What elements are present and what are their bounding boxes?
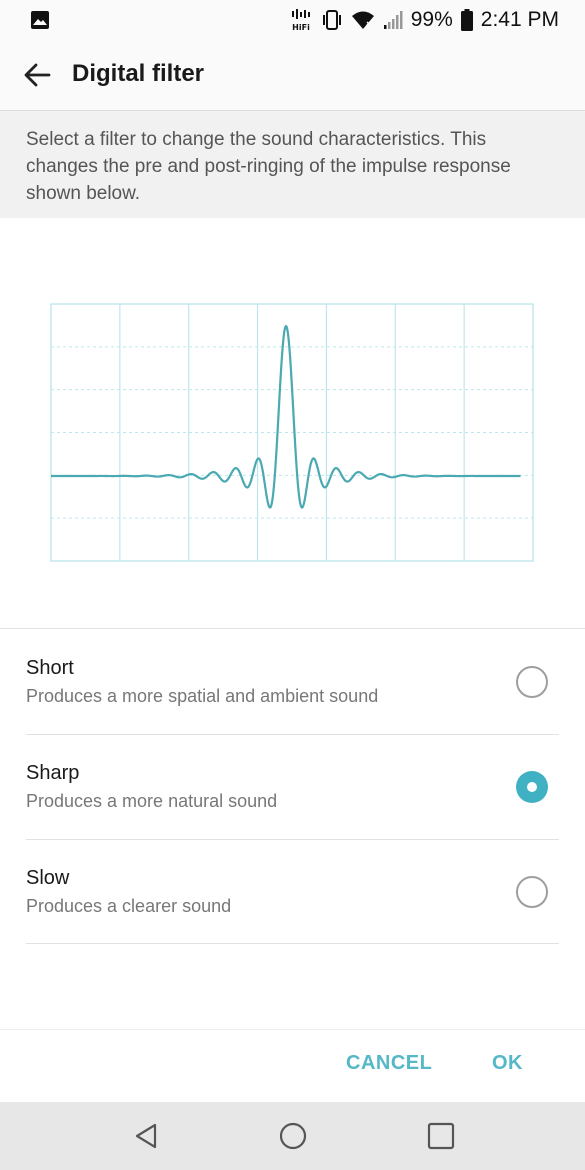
impulse-response-chart [0, 218, 585, 628]
radio-button-sharp[interactable] [516, 771, 548, 803]
dialog-button-bar: CANCEL OK [0, 1030, 585, 1102]
page-title: Digital filter [72, 60, 205, 87]
impulse-waveform [50, 325, 521, 509]
option-title: Short [26, 657, 74, 679]
signal-icon [383, 10, 403, 30]
option-title: Slow [26, 867, 70, 889]
navigation-bar [0, 1102, 585, 1170]
nav-home-button[interactable] [273, 1116, 313, 1156]
description-text: Select a filter to change the sound char… [26, 129, 511, 204]
status-time: 2:41 PM [480, 8, 559, 31]
option-title: Sharp [26, 762, 80, 784]
description-panel: Select a filter to change the sound char… [0, 112, 585, 218]
hifi-icon: HiFi [289, 9, 313, 31]
filter-option-slow[interactable]: Slow Produces a clearer sound [0, 840, 585, 944]
impulse-response-graphic [50, 303, 534, 562]
ok-button[interactable]: OK [492, 1052, 523, 1075]
battery-icon [460, 9, 473, 31]
radio-button-short[interactable] [516, 666, 548, 698]
option-description: Produces a more natural sound [26, 791, 278, 811]
nav-recents-button[interactable] [421, 1116, 461, 1156]
status-bar: HiFi 99% 2:41 PM [0, 0, 585, 40]
wifi-icon [351, 10, 375, 30]
divider [26, 943, 559, 944]
home-circle-icon [279, 1122, 307, 1150]
vibrate-icon [321, 9, 343, 31]
arrow-back-icon [24, 63, 51, 87]
option-description: Produces a clearer sound [26, 896, 232, 916]
filter-option-sharp[interactable]: Sharp Produces a more natural sound [0, 735, 585, 839]
svg-text:HiFi: HiFi [292, 23, 310, 31]
option-description: Produces a more spatial and ambient soun… [26, 686, 379, 706]
recents-square-icon [427, 1122, 455, 1150]
divider [0, 628, 585, 629]
nav-back-button[interactable] [126, 1116, 166, 1156]
chart-grid [50, 303, 534, 562]
radio-button-slow[interactable] [516, 876, 548, 908]
gallery-icon [30, 10, 50, 35]
back-button[interactable] [14, 52, 60, 98]
cancel-button[interactable]: CANCEL [346, 1052, 432, 1075]
battery-percent: 99% [410, 8, 453, 31]
filter-option-short[interactable]: Short Produces a more spatial and ambien… [0, 630, 585, 734]
back-triangle-icon [135, 1123, 157, 1149]
app-bar: Digital filter [0, 40, 585, 111]
